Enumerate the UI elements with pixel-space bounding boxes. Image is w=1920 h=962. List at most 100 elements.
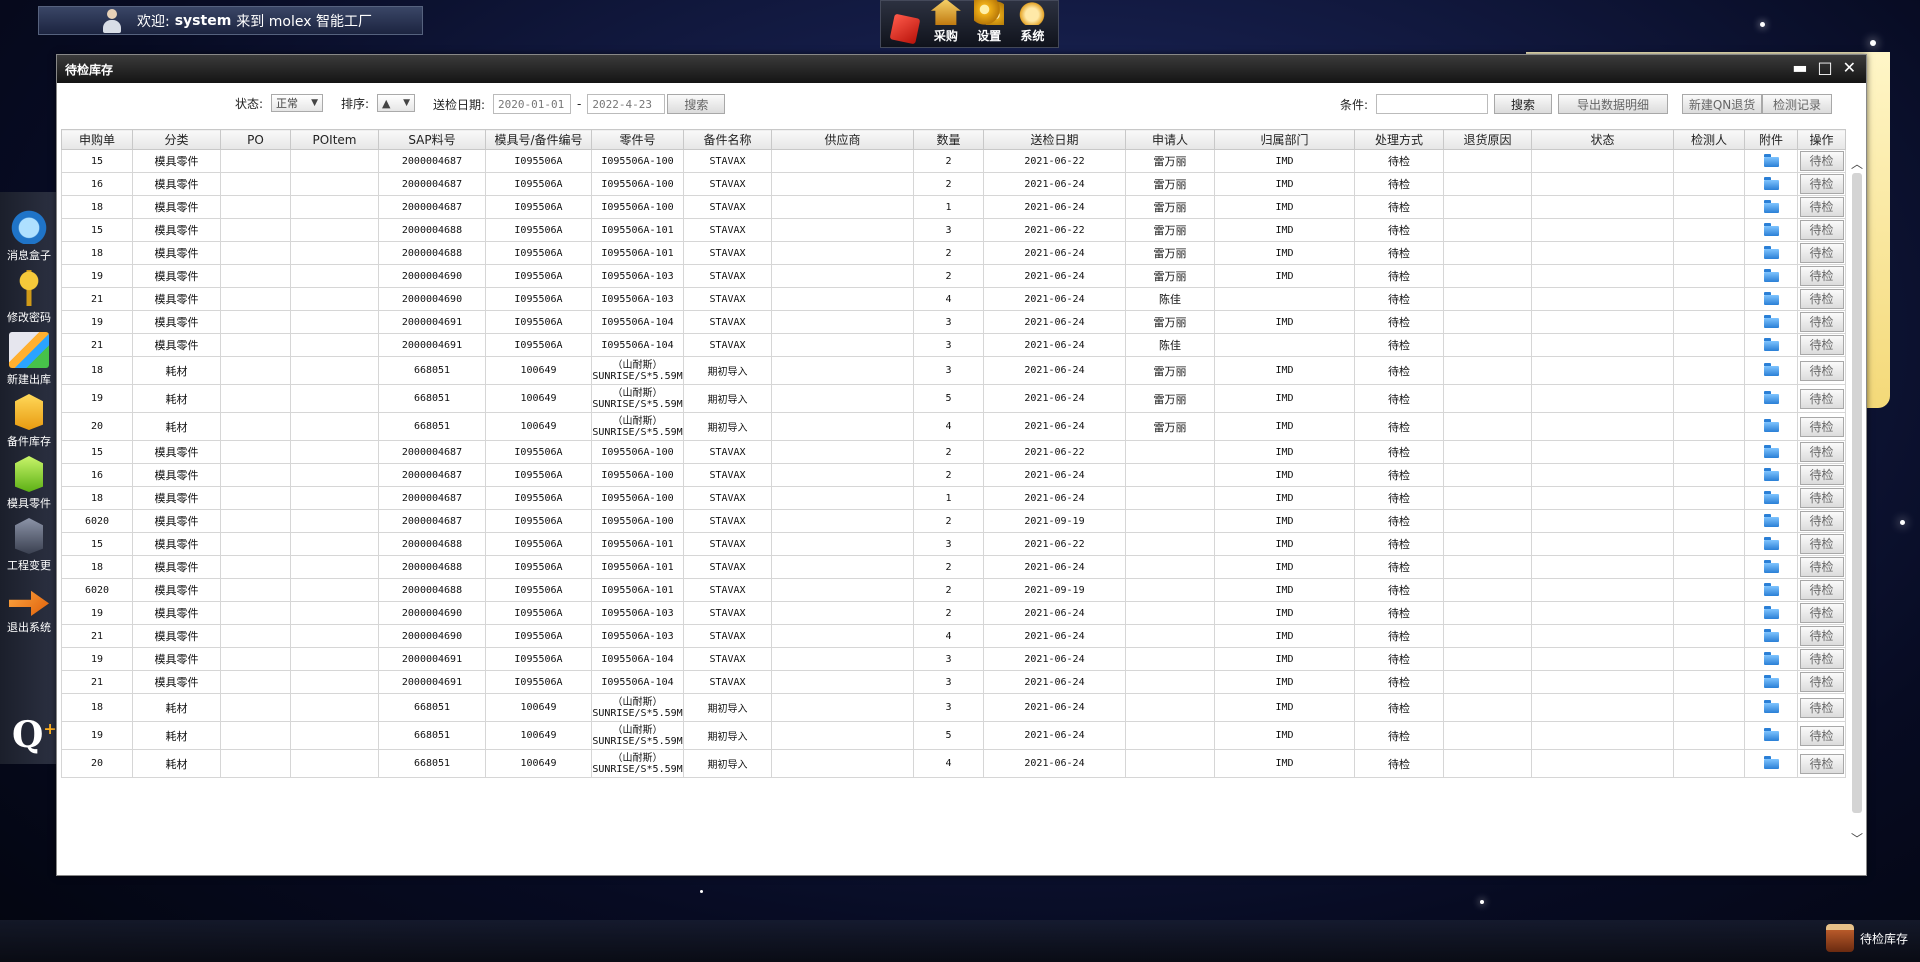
folder-icon[interactable] <box>1763 337 1779 351</box>
folder-icon[interactable] <box>1763 419 1779 432</box>
folder-icon[interactable] <box>1763 700 1779 713</box>
table-row[interactable]: 19 模具零件 2000004691 I095506A I095506A-104 STAV… <box>61 647 1846 671</box>
search-button[interactable]: 搜索 <box>667 94 726 114</box>
folder-icon[interactable] <box>1763 582 1779 596</box>
folder-icon[interactable] <box>1763 513 1779 527</box>
table-row[interactable]: 6020 模具零件 2000004688 I095506A I095506A-101 ST… <box>61 578 1846 602</box>
inspection-record-button[interactable]: 检测记录 <box>1762 94 1833 114</box>
folder-icon[interactable] <box>1763 314 1779 328</box>
inspect-button[interactable]: 待检 <box>1799 534 1844 554</box>
scroll-down-icon[interactable]: ﹀ <box>1850 830 1864 847</box>
inspect-button[interactable]: 待检 <box>1799 312 1844 332</box>
table-row[interactable]: 18 模具零件 2000004687 I095506A I095506A-100 STAV… <box>61 195 1846 219</box>
inspect-button[interactable]: 待检 <box>1799 442 1844 462</box>
inspect-button[interactable]: 待检 <box>1799 289 1844 309</box>
inspect-button[interactable]: 待检 <box>1799 725 1844 746</box>
table-row[interactable]: 16 模具零件 2000004687 I095506A I095506A-100 STAV… <box>61 463 1846 487</box>
scroll-up-icon[interactable]: ︿ <box>1850 155 1864 172</box>
new-qn-return-button[interactable]: 新建QN退货 <box>1682 94 1763 114</box>
table-row[interactable]: 6020 模具零件 2000004687 I095506A I095506A-100 ST… <box>61 509 1846 533</box>
table-row[interactable]: 19 耗材 668051 100649 （山耐斯） SUNRISE/S*5.59M 期初导入… <box>61 384 1846 413</box>
table-row[interactable]: 18 耗材 668051 100649 （山耐斯） SUNRISE/S*5.59M 期初导入… <box>61 356 1846 385</box>
table-row[interactable]: 15 模具零件 2000004687 I095506A I095506A-100 STAV… <box>61 149 1846 173</box>
table-row[interactable]: 16 模具零件 2000004687 I095506A I095506A-100 STAV… <box>61 172 1846 196</box>
sort-select[interactable]: ▲ ▼ <box>377 94 416 112</box>
export-details-button[interactable]: 导出数据明细 <box>1558 94 1669 114</box>
table-row[interactable]: 18 耗材 668051 100649 （山耐斯） SUNRISE/S*5.59M 期初导入… <box>61 693 1846 722</box>
close-icon[interactable]: ✕ <box>1843 60 1856 76</box>
condition-search-button[interactable]: 搜索 <box>1494 94 1553 114</box>
inspect-button[interactable]: 待检 <box>1799 151 1844 171</box>
date-from-input[interactable]: 2020-01-01 <box>493 94 572 114</box>
table-row[interactable]: 18 模具零件 2000004688 I095506A I095506A-101 STAV… <box>61 241 1846 265</box>
folder-icon[interactable] <box>1763 444 1779 458</box>
folder-icon[interactable] <box>1763 199 1779 213</box>
inspect-button[interactable]: 待检 <box>1799 511 1844 531</box>
folder-icon[interactable] <box>1763 559 1779 573</box>
dock-item-change-password[interactable]: 修改密码 <box>0 266 58 328</box>
table-row[interactable]: 20 耗材 668051 100649 （山耐斯） SUNRISE/S*5.59M 期初导入… <box>61 412 1846 441</box>
folder-icon[interactable] <box>1763 490 1779 504</box>
folder-icon[interactable] <box>1763 153 1779 167</box>
inspect-button[interactable]: 待检 <box>1799 335 1844 355</box>
scrollbar-thumb[interactable] <box>1852 173 1862 813</box>
table-row[interactable]: 19 耗材 668051 100649 （山耐斯） SUNRISE/S*5.59M 期初导入… <box>61 721 1846 750</box>
inspect-button[interactable]: 待检 <box>1799 649 1844 669</box>
vertical-scrollbar[interactable]: ︿ ﹀ <box>1850 155 1864 847</box>
inspect-button[interactable]: 待检 <box>1799 580 1844 600</box>
dock-item-new-outbound[interactable]: 新建出库 <box>0 328 58 390</box>
table-row[interactable]: 18 模具零件 2000004687 I095506A I095506A-100 STAV… <box>61 486 1846 510</box>
top-menu-settings[interactable]: 设置 <box>974 0 1005 44</box>
inspect-button[interactable]: 待检 <box>1799 243 1844 263</box>
folder-icon[interactable] <box>1763 605 1779 619</box>
inspect-button[interactable]: 待检 <box>1799 488 1844 508</box>
dock-item-mold-parts[interactable]: 模具零件 <box>0 452 58 514</box>
folder-icon[interactable] <box>1763 245 1779 259</box>
folder-icon[interactable] <box>1763 363 1779 376</box>
table-row[interactable]: 19 模具零件 2000004690 I095506A I095506A-103 STAV… <box>61 601 1846 625</box>
date-to-input[interactable]: 2022-4-23 <box>587 94 666 114</box>
folder-icon[interactable] <box>1763 268 1779 282</box>
folder-icon[interactable] <box>1763 651 1779 665</box>
dock-item-message-box[interactable]: 消息盒子 <box>0 204 58 266</box>
table-row[interactable]: 21 模具零件 2000004690 I095506A I095506A-103 STAV… <box>61 287 1846 311</box>
dock-item-engineering-change[interactable]: 工程变更 <box>0 514 58 576</box>
inspect-button[interactable]: 待检 <box>1799 626 1844 646</box>
folder-icon[interactable] <box>1763 176 1779 190</box>
table-row[interactable]: 19 模具零件 2000004690 I095506A I095506A-103 STAV… <box>61 264 1846 288</box>
table-row[interactable]: 18 模具零件 2000004688 I095506A I095506A-101 STAV… <box>61 555 1846 579</box>
table-row[interactable]: 15 模具零件 2000004687 I095506A I095506A-100 STAV… <box>61 440 1846 464</box>
inspect-button[interactable]: 待检 <box>1799 388 1844 409</box>
table-row[interactable]: 21 模具零件 2000004691 I095506A I095506A-104 STAV… <box>61 333 1846 357</box>
top-menu-system[interactable]: 系统 <box>1017 0 1048 44</box>
inspect-button[interactable]: 待检 <box>1799 465 1844 485</box>
maximize-icon[interactable]: □ <box>1817 60 1832 76</box>
folder-icon[interactable] <box>1763 756 1779 769</box>
table-row[interactable]: 19 模具零件 2000004691 I095506A I095506A-104 STAV… <box>61 310 1846 334</box>
table-row[interactable]: 21 模具零件 2000004690 I095506A I095506A-103 STAV… <box>61 624 1846 648</box>
folder-icon[interactable] <box>1763 467 1779 481</box>
status-select[interactable]: 正常 ▼ <box>271 94 324 112</box>
minimize-icon[interactable]: ▬ <box>1792 60 1807 76</box>
inspect-button[interactable]: 待检 <box>1799 266 1844 286</box>
condition-input[interactable] <box>1376 94 1489 114</box>
folder-icon[interactable] <box>1763 291 1779 305</box>
folder-icon[interactable] <box>1763 536 1779 550</box>
top-menu-purchase[interactable]: 采购 <box>930 0 961 44</box>
inspect-button[interactable]: 待检 <box>1799 603 1844 623</box>
inspect-button[interactable]: 待检 <box>1799 416 1844 437</box>
q-logo-icon[interactable]: Q+ <box>12 714 57 756</box>
table-row[interactable]: 21 模具零件 2000004691 I095506A I095506A-104 STAV… <box>61 670 1846 694</box>
folder-icon[interactable] <box>1763 391 1779 404</box>
dock-item-spare-stock[interactable]: 备件库存 <box>0 390 58 452</box>
table-row[interactable]: 15 模具零件 2000004688 I095506A I095506A-101 STAV… <box>61 218 1846 242</box>
inspect-button[interactable]: 待检 <box>1799 220 1844 240</box>
top-menu-home[interactable] <box>889 13 921 45</box>
inspect-button[interactable]: 待检 <box>1799 174 1844 194</box>
folder-icon[interactable] <box>1763 222 1779 236</box>
inspect-button[interactable]: 待检 <box>1799 197 1844 217</box>
inspect-button[interactable]: 待检 <box>1799 672 1844 692</box>
inspect-button[interactable]: 待检 <box>1799 557 1844 577</box>
inspect-button[interactable]: 待检 <box>1799 753 1844 774</box>
folder-icon[interactable] <box>1763 728 1779 741</box>
